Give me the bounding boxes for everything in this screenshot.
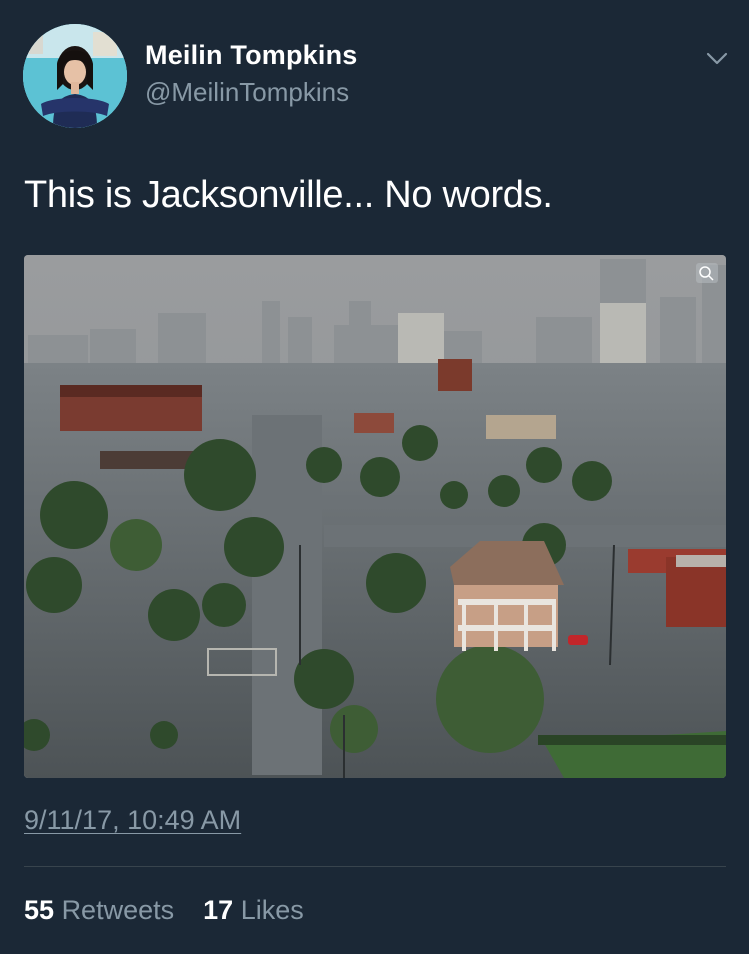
retweets-count: 55 xyxy=(24,895,55,925)
tweet-text: This is Jacksonville... No words. xyxy=(24,174,553,216)
tweet-timestamp[interactable]: 9/11/17, 10:49 AM xyxy=(24,805,241,836)
avatar-photo xyxy=(23,24,127,128)
likes-count: 17 xyxy=(203,895,234,925)
retweets-label: Retweets xyxy=(61,895,175,925)
likes-label: Likes xyxy=(240,895,304,925)
divider xyxy=(24,866,726,867)
likes-stat[interactable]: 17 Likes xyxy=(203,895,304,925)
tweet-photo[interactable] xyxy=(24,255,726,778)
tweet-menu-button[interactable] xyxy=(702,46,732,72)
tweet-stats: 55 Retweets 17 Likes xyxy=(24,895,304,926)
flooded-city-photo xyxy=(24,255,726,778)
magnifier-icon[interactable] xyxy=(696,263,718,283)
chevron-down-icon xyxy=(706,52,728,65)
avatar[interactable] xyxy=(23,24,127,128)
retweets-stat[interactable]: 55 Retweets xyxy=(24,895,182,925)
author-handle[interactable]: @MeilinTompkins xyxy=(145,77,349,108)
author-name[interactable]: Meilin Tompkins xyxy=(145,40,358,71)
tweet-card: Meilin Tompkins @MeilinTompkins This is … xyxy=(0,0,749,954)
